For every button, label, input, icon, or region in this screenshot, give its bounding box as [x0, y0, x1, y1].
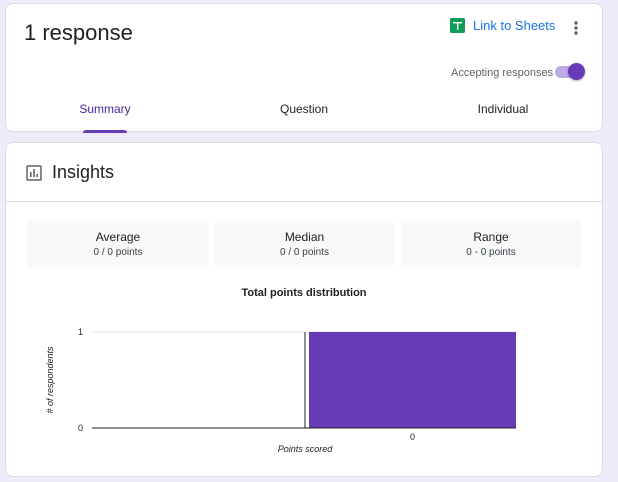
- active-tab-indicator: [83, 130, 127, 133]
- accepting-responses-label: Accepting responses: [451, 67, 554, 79]
- link-to-sheets-label: Link to Sheets: [473, 18, 556, 33]
- tab-individual-label: Individual: [477, 102, 529, 116]
- more-options-icon[interactable]: [568, 18, 584, 38]
- tab-summary[interactable]: Summary: [45, 102, 165, 133]
- accepting-responses-toggle[interactable]: [555, 63, 585, 80]
- responses-card: 1 response Link to Sheets Accepting resp…: [5, 3, 603, 133]
- tab-summary-label: Summary: [79, 102, 131, 116]
- y-tick-label: 1: [78, 327, 83, 337]
- bar-0: [309, 332, 516, 428]
- google-sheets-icon: [450, 18, 465, 33]
- tab-individual[interactable]: Individual: [443, 102, 563, 132]
- toggle-thumb: [568, 63, 585, 80]
- points-distribution-chart: 0 1 0 Points scored # of respondents: [45, 327, 516, 454]
- x-axis-label: Points scored: [278, 444, 334, 454]
- insights-card: Insights Average 0 / 0 points Median 0 /…: [5, 142, 603, 477]
- y-axis-label: # of respondents: [45, 346, 55, 414]
- link-to-sheets-button[interactable]: Link to Sheets: [450, 18, 555, 33]
- tab-question[interactable]: Question: [244, 102, 364, 132]
- y-tick-label: 0: [78, 423, 83, 433]
- tab-question-label: Question: [279, 102, 329, 116]
- x-tick-label: 0: [410, 432, 415, 442]
- response-count-title: 1 response: [24, 20, 133, 45]
